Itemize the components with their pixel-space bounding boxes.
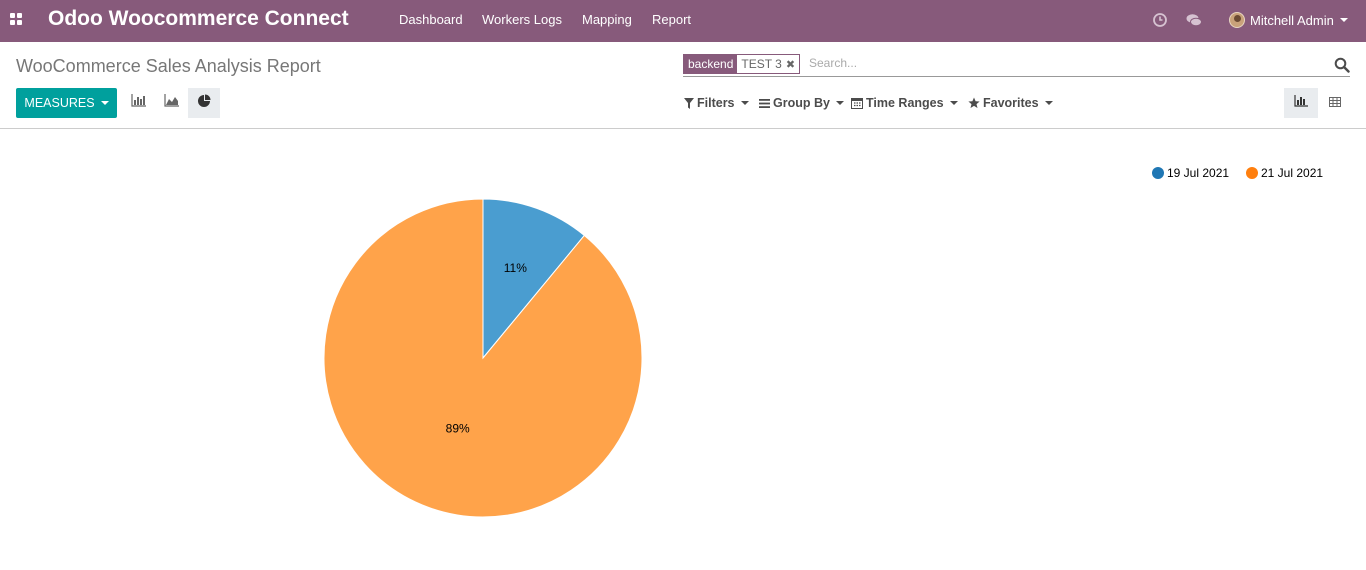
pie-chart-icon — [197, 94, 211, 113]
legend-dot — [1246, 167, 1258, 179]
line-chart-button[interactable] — [155, 88, 187, 118]
group-by-dropdown[interactable]: Group By — [759, 96, 844, 110]
legend-dot — [1152, 167, 1164, 179]
legend-label: 21 Jul 2021 — [1261, 166, 1324, 180]
filter-icon — [684, 97, 694, 109]
user-name: Mitchell Admin — [1250, 12, 1334, 28]
pie-chart: 11% 89% — [323, 198, 643, 518]
chevron-down-icon — [1339, 18, 1348, 22]
chart-area: 19 Jul 2021 21 Jul 2021 11% 89% — [0, 130, 1366, 565]
measures-label: MEASURES — [24, 96, 95, 110]
search-facet[interactable]: backend TEST 3 ✖ — [683, 54, 801, 74]
page-title: WooCommerce Sales Analysis Report — [16, 56, 321, 76]
clock-icon[interactable] — [1151, 11, 1169, 29]
slice-value-label: 89% — [446, 421, 470, 435]
time-ranges-label: Time Ranges — [866, 96, 944, 110]
bar-chart-icon — [1294, 94, 1308, 112]
chevron-down-icon — [100, 101, 109, 105]
chat-icon[interactable] — [1185, 11, 1203, 29]
control-panel: WooCommerce Sales Analysis Report backen… — [0, 42, 1366, 129]
search-icon[interactable] — [1334, 57, 1350, 73]
time-ranges-dropdown[interactable]: Time Ranges — [851, 96, 958, 110]
table-icon — [1329, 94, 1341, 112]
search-bar: backend TEST 3 ✖ — [683, 54, 1350, 77]
filters-label: Filters — [697, 96, 735, 110]
list-icon — [759, 98, 770, 108]
menu-item-workers-logs[interactable]: Workers Logs — [482, 12, 562, 27]
facet-value-wrap: TEST 3 ✖ — [737, 55, 800, 73]
pie-slice[interactable] — [323, 198, 643, 518]
facet-value: TEST 3 — [741, 57, 782, 71]
avatar — [1229, 12, 1245, 28]
pie-chart-button[interactable] — [188, 88, 220, 118]
area-chart-icon — [163, 94, 179, 112]
calendar-icon — [851, 97, 863, 109]
menu-item-dashboard[interactable]: Dashboard — [399, 12, 463, 27]
group-by-label: Group By — [773, 96, 830, 110]
chevron-down-icon — [949, 101, 958, 105]
main-navbar: Odoo Woocommerce Connect Dashboard Worke… — [0, 0, 1366, 42]
star-icon — [968, 97, 980, 109]
filters-dropdown[interactable]: Filters — [684, 96, 749, 110]
legend-item[interactable]: 21 Jul 2021 — [1246, 166, 1323, 180]
chevron-down-icon — [835, 101, 844, 105]
facet-category: backend — [684, 55, 738, 73]
measures-button[interactable]: MEASURES — [16, 88, 117, 118]
search-input[interactable] — [809, 56, 1309, 70]
app-brand[interactable]: Odoo Woocommerce Connect — [48, 7, 349, 31]
pivot-view-button[interactable] — [1318, 88, 1352, 118]
graph-view-button[interactable] — [1284, 88, 1318, 118]
menu-item-report[interactable]: Report — [652, 12, 691, 27]
apps-grid-icon[interactable] — [10, 13, 22, 25]
favorites-label: Favorites — [983, 96, 1039, 110]
favorites-dropdown[interactable]: Favorites — [968, 96, 1053, 110]
legend-item[interactable]: 19 Jul 2021 — [1152, 166, 1229, 180]
bar-chart-icon — [130, 94, 146, 112]
close-icon[interactable]: ✖ — [786, 58, 795, 71]
menu-item-mapping[interactable]: Mapping — [582, 12, 632, 27]
user-menu[interactable]: Mitchell Admin — [1229, 10, 1348, 30]
bar-chart-button[interactable] — [122, 88, 154, 118]
chevron-down-icon — [740, 101, 749, 105]
legend-label: 19 Jul 2021 — [1167, 166, 1230, 180]
chevron-down-icon — [1044, 101, 1053, 105]
slice-value-label: 11% — [504, 261, 527, 275]
